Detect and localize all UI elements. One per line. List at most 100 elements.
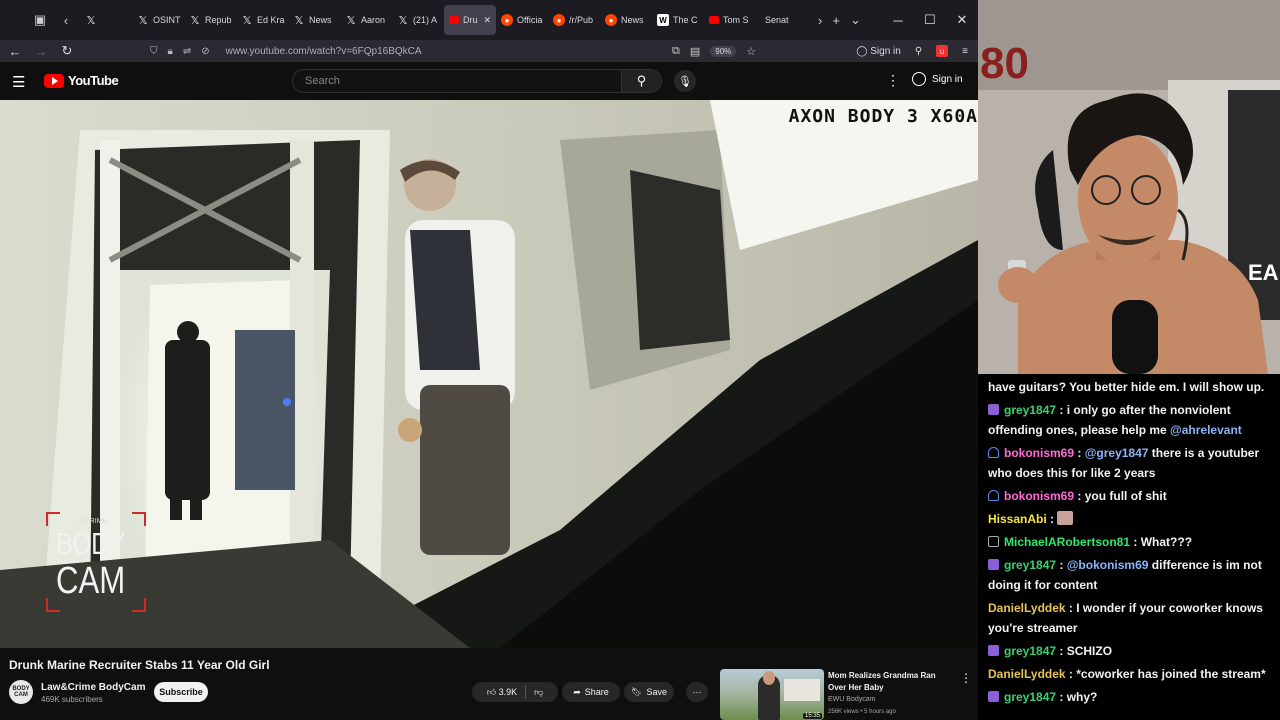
share-button[interactable]: ➦ Share [562, 682, 620, 702]
watermark-corner [46, 512, 60, 526]
chat-mention[interactable]: @bokonism69 [1067, 558, 1149, 572]
chat-username[interactable]: grey1847 [1004, 644, 1056, 658]
close-tab-icon[interactable]: ✕ [483, 15, 491, 26]
url-text[interactable]: www.youtube.com/watch?v=6FQp16BQkCA [226, 46, 422, 57]
chat-text: *coworker has joined the stream* [1076, 667, 1266, 681]
browser-tab[interactable]: W The C [652, 5, 704, 35]
youtube-logo-icon [709, 16, 719, 24]
chat-mention[interactable]: @ahrelevant [1170, 423, 1242, 437]
dislike-button[interactable]: 👎︎ [534, 687, 543, 698]
close-window-icon[interactable]: ✕ [946, 12, 978, 28]
tracking-icon[interactable]: ⊘ [201, 46, 209, 57]
chat-username[interactable]: bokonism69 [1004, 489, 1074, 503]
more-actions-button[interactable]: ⋯ [686, 682, 708, 702]
chat-username[interactable]: DanielLyddek [988, 667, 1066, 681]
reader-icon[interactable]: ▤ [690, 45, 700, 58]
youtube-logo[interactable]: YouTube [44, 73, 119, 88]
reddit-logo-icon: ● [605, 14, 617, 26]
account-sign-in[interactable]: ◯ Sign in [856, 46, 901, 57]
browser-tab[interactable]: 𝕏 News [288, 5, 340, 35]
minimize-icon[interactable]: ─ [882, 13, 914, 28]
picture-in-picture-icon[interactable]: ⧉ [672, 45, 680, 58]
chat-username[interactable]: HissanAbi [988, 512, 1047, 526]
search-button[interactable]: ⚲ [621, 70, 661, 92]
browser-tab[interactable]: 𝕏 Aaron [340, 5, 392, 35]
thumbs-up-icon: 👍︎ [486, 686, 497, 697]
subscriber-badge-icon [988, 645, 999, 656]
browser-tab[interactable]: Senat [756, 5, 808, 35]
browser-tab[interactable]: Dru ✕ [444, 5, 496, 35]
extensions-icon[interactable]: ⚲ [915, 46, 922, 57]
tab-label: Repub [205, 15, 232, 25]
recommended-meta: 258K views • 5 hours ago [828, 709, 896, 715]
recommended-channel[interactable]: EWU Bodycam [828, 696, 875, 703]
browser-tab[interactable]: ● Officia [496, 5, 548, 35]
lock-icon[interactable]: 🔒︎ [168, 46, 173, 57]
subscribe-button[interactable]: Subscribe [154, 682, 208, 702]
zoom-level[interactable]: 90% [710, 45, 737, 57]
browser-tab[interactable]: ● /r/Pub [548, 5, 600, 35]
settings-menu-icon[interactable]: ⋮ [886, 72, 900, 89]
video-duration: 15:35 [802, 713, 822, 719]
chat-text: SCHIZO [1066, 644, 1113, 658]
recommended-video[interactable]: 15:35 Mom Realizes Grandma Ran Over Her … [720, 669, 978, 720]
browser-tab[interactable]: Tom S [704, 5, 756, 35]
list-all-tabs-icon[interactable]: ⌄ [850, 12, 861, 28]
scroll-tabs-left-icon[interactable]: ‹ [56, 10, 76, 30]
chat-message: grey1847 : SCHIZO [988, 641, 1276, 664]
chat-username[interactable]: MichaelARobertson81 [1004, 535, 1130, 549]
browser-tab[interactable]: 𝕏 OSINT [132, 5, 184, 35]
recommended-title[interactable]: Mom Realizes Grandma Ran Over Her Baby [828, 670, 952, 694]
chat-username[interactable]: grey1847 [1004, 403, 1056, 417]
tab-label: The C [673, 15, 698, 25]
more-horizontal-icon: ⋯ [692, 686, 702, 697]
app-menu-icon[interactable]: ≡ [962, 46, 968, 57]
browser-tab[interactable]: 𝕏 Ed Kra [236, 5, 288, 35]
chat-username[interactable]: DanielLyddek [988, 601, 1066, 615]
recommended-menu-icon[interactable]: ⋮ [960, 671, 972, 685]
maximize-icon[interactable]: ☐ [914, 12, 946, 28]
browser-tab[interactable]: 𝕏 [80, 5, 132, 35]
tab-label: Dru [463, 15, 478, 25]
chat-username[interactable]: grey1847 [1004, 558, 1056, 572]
ublock-icon[interactable]: u [936, 45, 949, 57]
chat-message: bokonism69 : @grey1847 there is a youtub… [988, 443, 1276, 486]
browser-tab[interactable]: 𝕏 (21) A [392, 5, 444, 35]
chat-username[interactable]: grey1847 [1004, 690, 1056, 704]
chat-mention[interactable]: @grey1847 [1085, 446, 1149, 460]
video-title: Drunk Marine Recruiter Stabs 11 Year Old… [9, 658, 270, 672]
shield-icon[interactable]: ⛉ [150, 46, 158, 57]
video-player[interactable]: AXON BODY 3 X60A & CRIME BODY CAM [0, 100, 978, 648]
bodycam-overlay-text: AXON BODY 3 X60A [788, 106, 978, 127]
forward-icon[interactable]: → [28, 44, 54, 59]
bookmark-star-icon[interactable]: ☆ [746, 45, 756, 58]
bodycam-watermark: & CRIME BODY CAM [46, 512, 146, 612]
like-button[interactable]: 👍︎ 3.9K [487, 687, 517, 698]
chat-message: grey1847 : @bokonism69 difference is im … [988, 555, 1276, 598]
save-button[interactable]: 🔖︎ Save [624, 682, 674, 702]
thumbnail-head [763, 671, 775, 685]
new-tab-icon[interactable]: + [832, 13, 840, 28]
reload-icon[interactable]: ↻ [54, 43, 80, 59]
watermark-cam-text: CAM [56, 560, 126, 602]
tab-controls: › + ⌄ [818, 12, 861, 28]
chat-message: HissanAbi : [988, 509, 1276, 532]
scroll-tabs-right-icon[interactable]: › [818, 13, 822, 28]
back-icon[interactable]: ← [2, 44, 28, 59]
channel-avatar[interactable]: BODY CAM [9, 680, 33, 704]
voice-search-button[interactable]: 🎙︎ [674, 70, 696, 92]
browser-tab[interactable]: ● News [600, 5, 652, 35]
window-controls: ─ ☐ ✕ [882, 0, 978, 40]
recommended-thumbnail[interactable]: 15:35 [720, 669, 824, 720]
browser-tab[interactable]: 𝕏 Repub [184, 5, 236, 35]
permissions-icon[interactable]: ⇌ [183, 46, 191, 57]
tab-overview-icon[interactable]: ▣ [30, 10, 50, 30]
youtube-header: ☰ YouTube ⚲ 🎙︎ ⋮ Sign in [0, 62, 978, 100]
youtube-sign-in-button[interactable]: Sign in [912, 72, 963, 86]
user-badge-icon [988, 447, 999, 458]
channel-name[interactable]: Law&Crime BodyCam [41, 682, 145, 693]
chat-separator: : [1046, 512, 1058, 526]
guide-menu-icon[interactable]: ☰ [12, 73, 25, 91]
search-input[interactable] [293, 75, 621, 87]
chat-username[interactable]: bokonism69 [1004, 446, 1074, 460]
